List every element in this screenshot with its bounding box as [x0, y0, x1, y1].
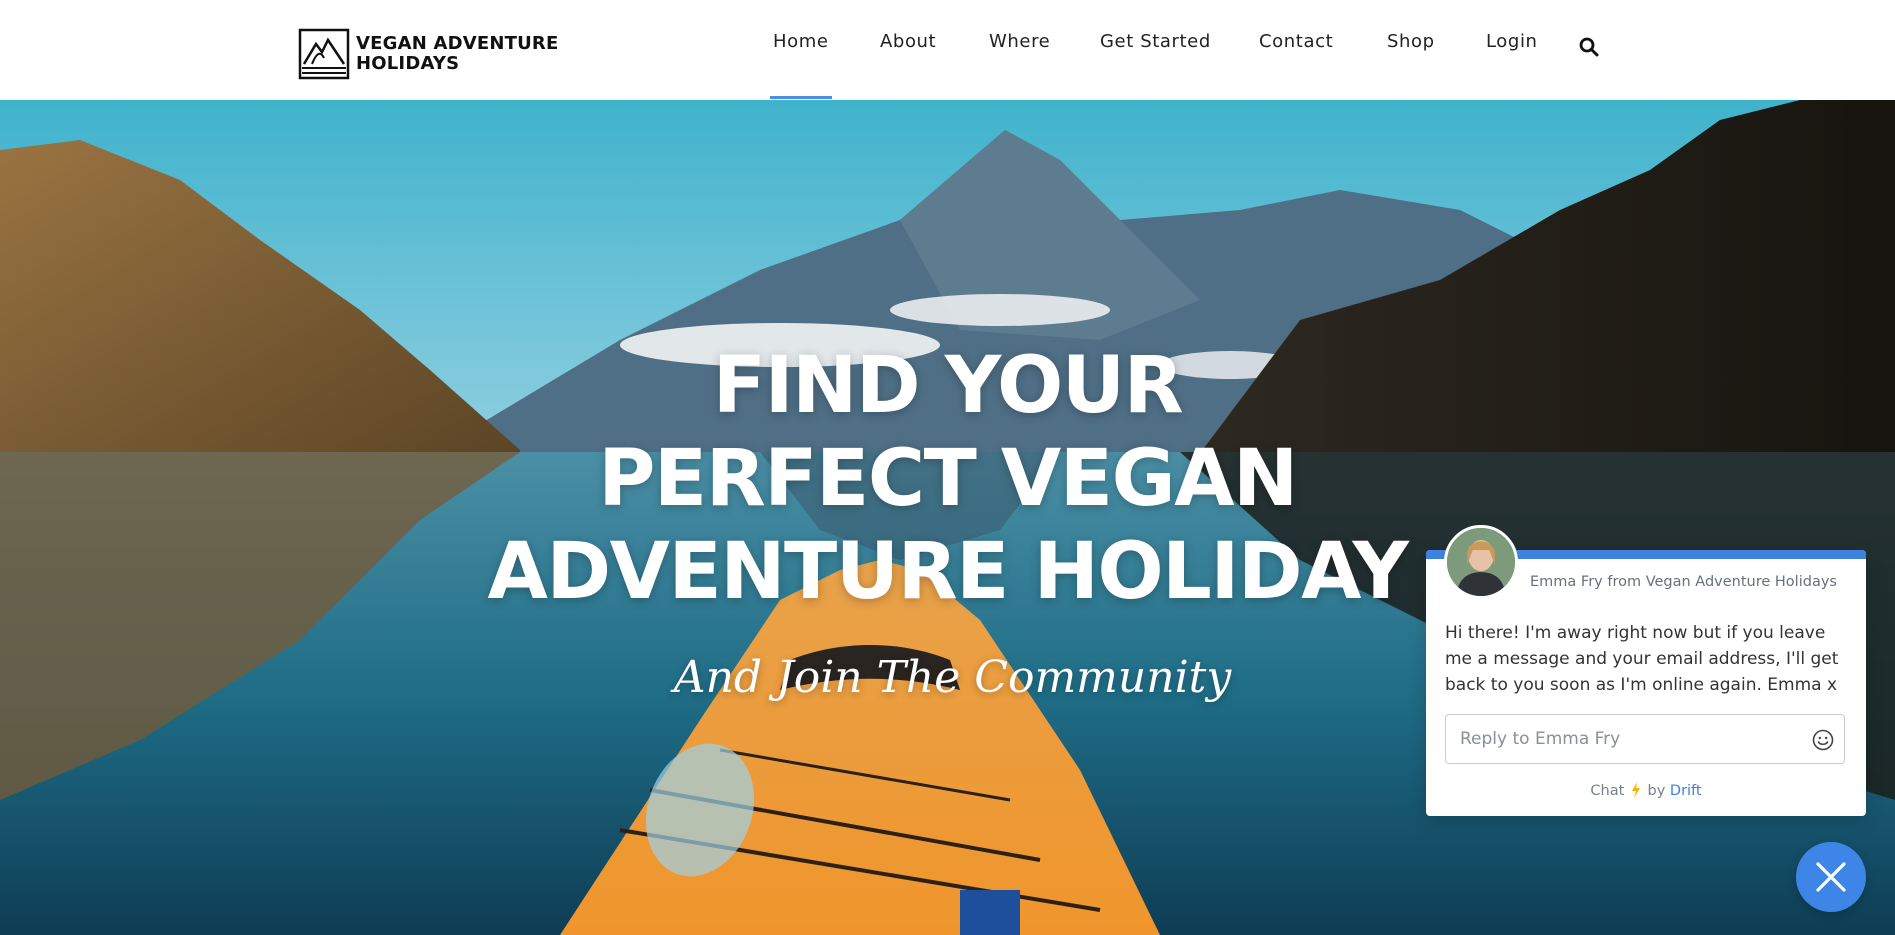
- nav-where[interactable]: Where: [989, 31, 1050, 52]
- emoji-icon[interactable]: [1811, 728, 1835, 752]
- drift-link[interactable]: Drift: [1670, 783, 1702, 799]
- close-icon: [1816, 862, 1846, 892]
- active-nav-indicator: [770, 96, 832, 99]
- lightning-icon: [1631, 782, 1640, 798]
- main-nav: Home About Where Get Started Contact Sho…: [0, 0, 1895, 100]
- nav-get-started[interactable]: Get Started: [1100, 31, 1211, 52]
- headline-line-2: PERFECT VEGAN: [598, 434, 1298, 524]
- chat-reply-input[interactable]: [1445, 714, 1845, 764]
- nav-home[interactable]: Home: [773, 31, 829, 52]
- search-icon[interactable]: [1578, 36, 1600, 58]
- close-chat-button[interactable]: [1796, 842, 1866, 912]
- chat-message: Hi there! I'm away right now but if you …: [1445, 623, 1839, 695]
- headline-line-1: FIND YOUR: [712, 341, 1184, 431]
- chat-widget: Emma Fry from Vegan Adventure Holidays H…: [1426, 525, 1866, 816]
- nav-contact[interactable]: Contact: [1259, 31, 1333, 52]
- chat-footer-prefix: Chat: [1590, 783, 1625, 799]
- nav-about[interactable]: About: [880, 31, 936, 52]
- nav-shop[interactable]: Shop: [1387, 31, 1435, 52]
- avatar: [1444, 525, 1518, 599]
- nav-login[interactable]: Login: [1486, 31, 1538, 52]
- chat-footer-by: by: [1647, 783, 1666, 799]
- site-header: VEGAN ADVENTURE HOLIDAYS Home About Wher…: [0, 0, 1895, 100]
- chat-footer: Chat by Drift: [1426, 782, 1866, 799]
- chat-sender: Emma Fry from Vegan Adventure Holidays: [1530, 574, 1837, 590]
